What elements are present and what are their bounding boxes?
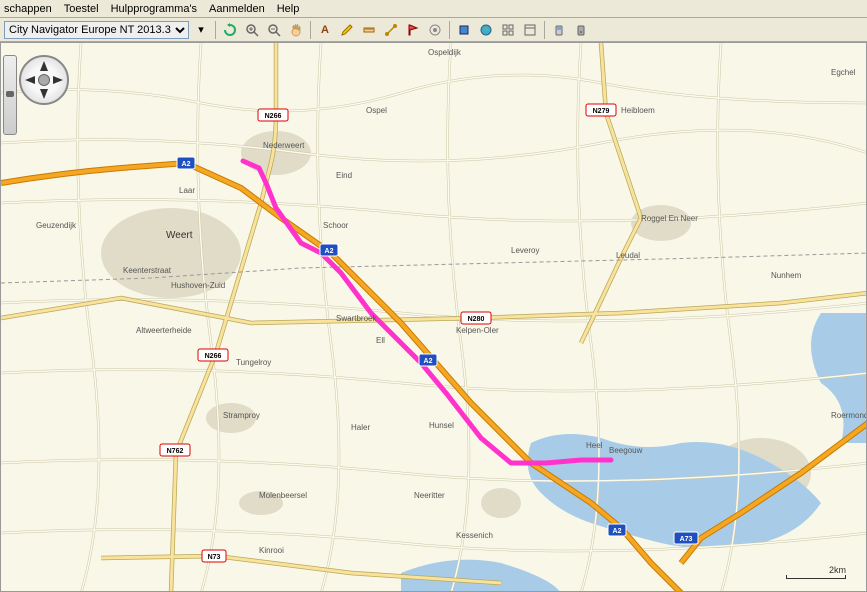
gps-icon[interactable]	[549, 20, 569, 40]
place-label: Stramproy	[223, 411, 260, 420]
road-shield: N279	[586, 104, 616, 116]
locate-icon[interactable]	[454, 20, 474, 40]
separator	[310, 21, 311, 39]
place-label: Schoor	[323, 221, 349, 230]
zoom-slider[interactable]	[3, 55, 17, 135]
place-label: Roggel En Neer	[641, 214, 698, 223]
place-label: Leveroy	[511, 246, 539, 255]
settings-icon[interactable]	[571, 20, 591, 40]
place-label: Swartbroek	[336, 314, 377, 323]
separator	[544, 21, 545, 39]
svg-text:N73: N73	[208, 554, 221, 561]
place-label: Ospeldijk	[428, 48, 462, 57]
menu-item[interactable]: Hulpprogramma's	[111, 3, 197, 15]
road-shield: A2	[320, 244, 338, 256]
map-svg: A2 N266 N279 A2 N280 A2 N266 N762 N73 A2 A73 Ospel…	[1, 43, 867, 592]
place-label: Weert	[166, 230, 193, 241]
place-label: Laar	[179, 186, 195, 195]
place-label: Heibloem	[621, 106, 655, 115]
place-label: Altweerterheide	[136, 326, 192, 335]
place-label: Hushoven-Zuid	[171, 281, 225, 290]
toolbar: City Navigator Europe NT 2013.3 ▾ A	[0, 18, 867, 42]
place-label: Tungelroy	[236, 358, 271, 367]
separator	[215, 21, 216, 39]
place-label: Roermond	[831, 411, 867, 420]
planned-route	[243, 161, 611, 463]
road-shield: A2	[419, 354, 437, 366]
menu-item[interactable]: schappen	[4, 3, 52, 15]
hand-icon[interactable]	[286, 20, 306, 40]
refresh-icon[interactable]	[220, 20, 240, 40]
road-shield: N266	[198, 349, 228, 361]
place-label: Heel	[586, 441, 603, 450]
dropdown-icon[interactable]: ▾	[191, 20, 211, 40]
place-label: Eind	[336, 171, 352, 180]
map-view[interactable]: A2 N266 N279 A2 N280 A2 N266 N762 N73 A2 A73 Ospel…	[0, 42, 867, 592]
compass-pan-control[interactable]	[19, 55, 69, 105]
place-label: Hunsel	[429, 421, 454, 430]
scale-bar: 2km	[786, 565, 846, 579]
road-shield: A73	[674, 532, 698, 544]
place-label: Molenbeersel	[259, 491, 307, 500]
svg-text:A2: A2	[424, 358, 433, 365]
road-shield: N762	[160, 444, 190, 456]
road-shield: N266	[258, 109, 288, 121]
menu-item[interactable]: Toestel	[64, 3, 99, 15]
road-shield: N280	[461, 312, 491, 324]
place-label: Kelpen-Oler	[456, 326, 499, 335]
zoom-in-icon[interactable]	[242, 20, 262, 40]
road-shield: N73	[202, 550, 226, 562]
place-label: Ospel	[366, 106, 387, 115]
waypoint-icon[interactable]	[403, 20, 423, 40]
svg-text:A2: A2	[613, 528, 622, 535]
place-label: Geuzendijk	[36, 221, 77, 230]
place-label: Keenterstraat	[123, 266, 172, 275]
place-label: Ell	[376, 336, 385, 345]
zoom-out-icon[interactable]	[264, 20, 284, 40]
text-tool-icon[interactable]: A	[315, 20, 335, 40]
place-label: Neeritter	[414, 491, 445, 500]
road-shield: A2	[177, 157, 195, 169]
svg-text:A2: A2	[182, 161, 191, 168]
place-label: Egchel	[831, 68, 856, 77]
svg-text:A73: A73	[680, 536, 693, 543]
menubar: schappen Toestel Hulpprogramma's Aanmeld…	[0, 0, 867, 18]
place-label: Kessenich	[456, 531, 493, 540]
svg-text:N266: N266	[205, 353, 222, 360]
place-label: Nederweert	[263, 141, 305, 150]
ruler-icon[interactable]	[359, 20, 379, 40]
svg-text:N762: N762	[167, 448, 184, 455]
menu-item[interactable]: Help	[277, 3, 300, 15]
place-label: Kinrooi	[259, 546, 284, 555]
flag-icon[interactable]	[425, 20, 445, 40]
place-label: Haler	[351, 423, 370, 432]
separator	[449, 21, 450, 39]
menu-item[interactable]: Aanmelden	[209, 3, 265, 15]
road-shield: A2	[608, 524, 626, 536]
svg-text:N266: N266	[265, 113, 282, 120]
place-label: Leudal	[616, 251, 640, 260]
pencil-icon[interactable]	[337, 20, 357, 40]
svg-text:N280: N280	[468, 316, 485, 323]
route-tool-icon[interactable]	[381, 20, 401, 40]
svg-text:A2: A2	[325, 248, 334, 255]
svg-text:N279: N279	[593, 108, 610, 115]
grid-icon[interactable]	[498, 20, 518, 40]
map-source-select[interactable]: City Navigator Europe NT 2013.3	[4, 21, 189, 39]
place-label: Beegouw	[609, 446, 643, 455]
globe-icon[interactable]	[476, 20, 496, 40]
window-icon[interactable]	[520, 20, 540, 40]
place-label: Nunhem	[771, 271, 802, 280]
